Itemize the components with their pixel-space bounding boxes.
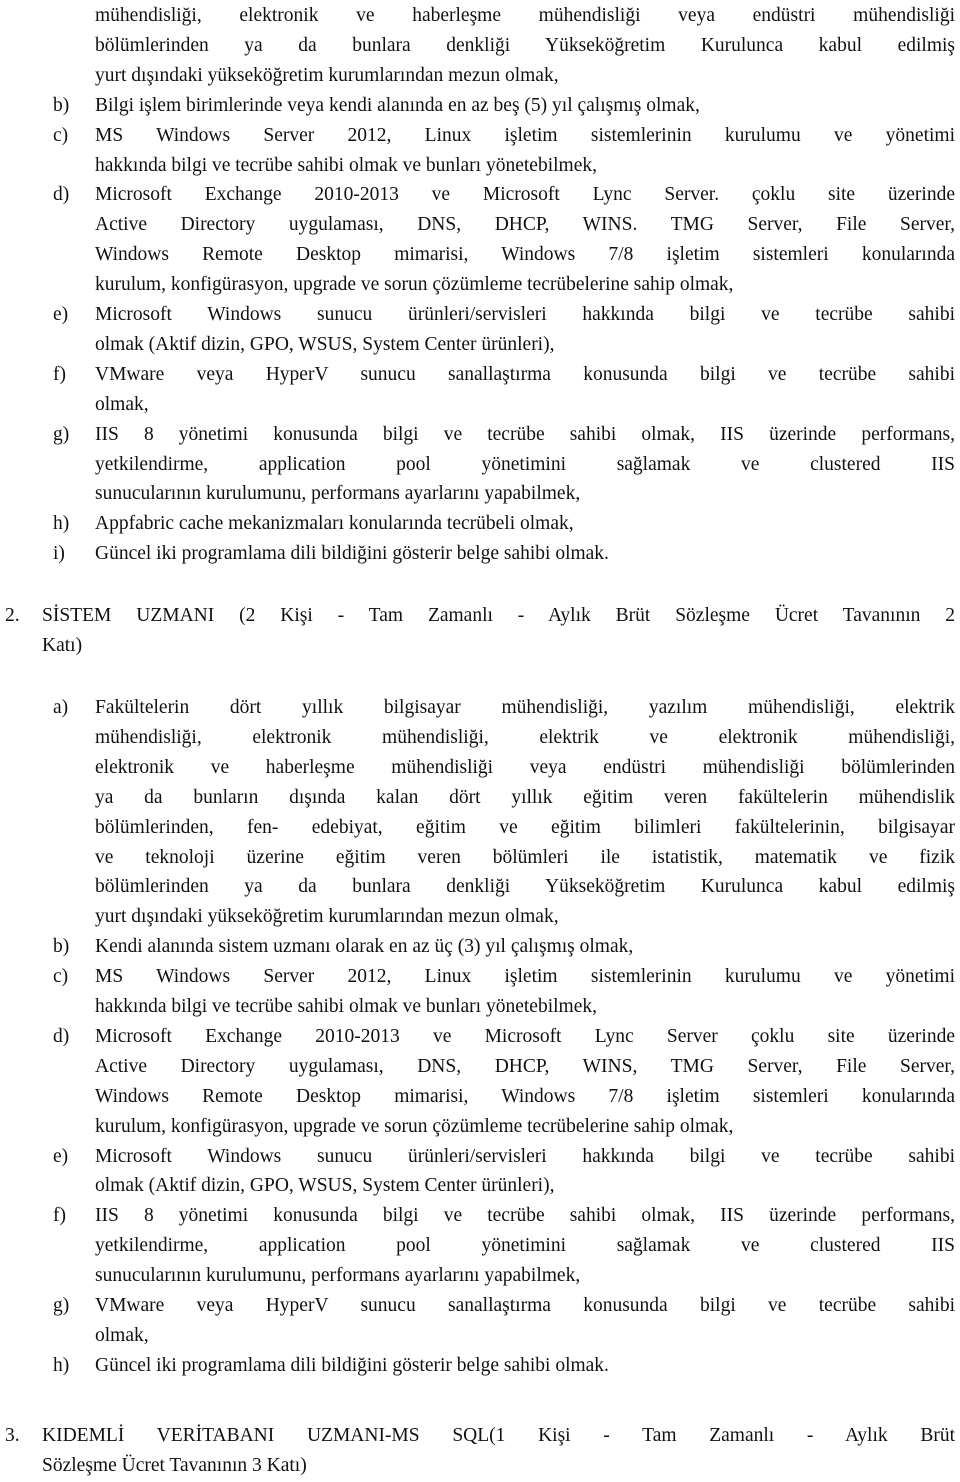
item-a-line: bölümlerinden ya da bunlara denkliği Yük… <box>95 34 955 56</box>
list-item-line: Güncel iki programlama dili bildiğini gö… <box>95 1354 609 1376</box>
list-item-line: Active Directory uygulaması, DNS, DHCP, … <box>95 1055 955 1077</box>
list-item-label: f) <box>53 363 66 385</box>
list-item-line: yurt dışındaki yükseköğretim kurumlarınd… <box>95 906 559 928</box>
list-item-label: c) <box>53 966 69 988</box>
list-item-line: sunucularının kurulumunu, performans aya… <box>95 1265 581 1287</box>
list-item-label: c) <box>53 124 69 146</box>
list-item-line: mühendisliği, elektronik mühendisliği, e… <box>95 726 955 748</box>
list-item-line: bölümlerinden, fen- edebiyat, eğitim ve … <box>95 816 955 838</box>
list-item-line: elektronik ve haberleşme mühendisliği ve… <box>95 756 955 778</box>
section-heading: Sözleşme Ücret Tavanının 3 Katı) <box>42 1454 307 1476</box>
list-item-line: Microsoft Windows sunucu ürünleri/servis… <box>95 304 955 325</box>
list-item-line: Güncel iki programlama dili bildiğini gö… <box>95 543 609 565</box>
section-heading: SİSTEM UZMANI (2 Kişi - Tam Zamanlı - Ay… <box>42 605 955 626</box>
list-item-line: olmak, <box>95 1324 149 1346</box>
list-item-label: d) <box>53 1025 70 1047</box>
list-item-label: b) <box>53 936 70 958</box>
list-item-label: f) <box>53 1205 66 1227</box>
list-item-line: Appfabric cache mekanizmaları konularınd… <box>95 513 574 535</box>
list-item-label: d) <box>53 184 70 206</box>
list-item-line: olmak (Aktif dizin, GPO, WSUS, System Ce… <box>95 1175 555 1197</box>
list-item-line: yetkilendirme, application pool yönetimi… <box>95 453 955 475</box>
list-item-line: ve teknoloji üzerine eğitim veren bölüml… <box>95 846 955 868</box>
list-item-line: olmak, <box>95 393 149 415</box>
list-item-label: e) <box>53 304 69 325</box>
section-number: 2. <box>5 605 20 626</box>
list-item-line: sunucularının kurulumunu, performans aya… <box>95 483 581 505</box>
list-item-line: olmak (Aktif dizin, GPO, WSUS, System Ce… <box>95 333 555 355</box>
list-item-line: hakkında bilgi ve tecrübe sahibi olmak v… <box>95 996 597 1017</box>
section-heading: Katı) <box>42 634 83 656</box>
section-heading: KIDEMLİ VERİTABANI UZMANI-MS SQL(1 Kişi … <box>42 1425 955 1446</box>
list-item-line: MS Windows Server 2012, Linux işletim si… <box>95 124 955 146</box>
list-item-label: e) <box>53 1145 69 1167</box>
list-item-line: Windows Remote Desktop mimarisi, Windows… <box>95 244 955 266</box>
list-item-line: VMware veya HyperV sunucu sanallaştırma … <box>95 1295 955 1316</box>
item-a-line: mühendisliği, elektronik ve haberleşme m… <box>95 5 955 26</box>
list-item-label: h) <box>53 513 70 535</box>
list-item-line: Kendi alanında sistem uzmanı olarak en a… <box>95 936 634 958</box>
list-item-line: Windows Remote Desktop mimarisi, Windows… <box>95 1085 955 1107</box>
list-item-line: hakkında bilgi ve tecrübe sahibi olmak v… <box>95 154 597 176</box>
list-item-line: Microsoft Exchange 2010-2013 ve Microsof… <box>95 184 955 206</box>
list-item-label: a) <box>53 697 69 718</box>
list-item-line: bölümlerinden ya da bunlara denkliği Yük… <box>95 876 955 898</box>
list-item-label: g) <box>53 1295 70 1316</box>
list-item-line: Fakültelerin dört yıllık bilgisayar mühe… <box>95 697 955 718</box>
list-item-line: kurulum, konfigürasyon, upgrade ve sorun… <box>95 1115 734 1137</box>
list-item-line: IIS 8 yönetimi konusunda bilgi ve tecrüb… <box>95 1205 955 1227</box>
list-item-line: Active Directory uygulaması, DNS, DHCP, … <box>95 214 955 236</box>
list-item-label: h) <box>53 1354 70 1376</box>
list-item-label: g) <box>53 423 70 445</box>
list-item-line: IIS 8 yönetimi konusunda bilgi ve tecrüb… <box>95 423 955 445</box>
list-item-line: Bilgi işlem birimlerinde veya kendi alan… <box>95 94 700 116</box>
list-item-label: i) <box>53 543 65 565</box>
list-item-line: MS Windows Server 2012, Linux işletim si… <box>95 966 955 988</box>
list-item-label: b) <box>53 94 70 116</box>
list-item-line: yetkilendirme, application pool yönetimi… <box>95 1235 955 1257</box>
list-item-line: Microsoft Windows sunucu ürünleri/servis… <box>95 1145 955 1167</box>
item-a-line: yurt dışındaki yükseköğretim kurumlarınd… <box>95 64 559 86</box>
list-item-line: VMware veya HyperV sunucu sanallaştırma … <box>95 363 955 385</box>
list-item-line: Microsoft Exchange 2010-2013 ve Microsof… <box>95 1025 955 1047</box>
list-item-line: kurulum, konfigürasyon, upgrade ve sorun… <box>95 274 734 296</box>
list-item-line: ya da bunların dışında kalan dört yıllık… <box>95 786 955 808</box>
section-number: 3. <box>5 1425 20 1446</box>
